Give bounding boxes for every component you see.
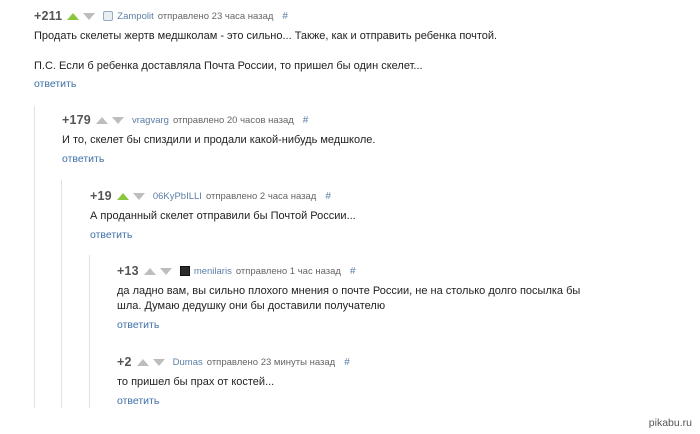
downvote-arrow-icon[interactable]	[132, 192, 145, 200]
downvote-arrow-icon[interactable]	[159, 267, 172, 275]
downvote-arrow-icon[interactable]	[111, 116, 124, 124]
upvote-arrow-icon[interactable]	[136, 358, 149, 366]
upvote-arrow-icon[interactable]	[143, 267, 156, 275]
reply-link[interactable]: ответить	[117, 395, 159, 407]
comment-header: +2 Dumas отправлено 23 минуты назад #	[117, 354, 350, 370]
comment-permalink[interactable]: #	[303, 115, 309, 126]
comment-author[interactable]: Zampolit	[117, 11, 153, 22]
reply-link[interactable]: ответить	[90, 229, 132, 241]
comment-score: +211	[34, 9, 63, 23]
comment-timestamp: отправлено 23 минуты назад	[206, 356, 336, 368]
comment-text-line: то пришел бы прах от костей...	[117, 376, 275, 388]
comment-author[interactable]: Dumas	[173, 357, 203, 368]
site-watermark: pikabu.ru	[648, 417, 692, 429]
comment-header: +19 06KyPbILLI отправлено 2 часа назад #	[90, 188, 331, 204]
comment-timestamp: отправлено 20 часов назад	[172, 114, 294, 126]
comment-header: +211 Zampolit отправлено 23 часа назад #	[34, 8, 288, 24]
thread-line	[34, 106, 35, 408]
comment-permalink[interactable]: #	[282, 11, 288, 22]
user-icon	[103, 11, 114, 21]
comment-text-line: да ладно вам, вы сильно плохого мнения о…	[117, 285, 581, 297]
comment-score: +19	[90, 189, 112, 203]
comment-timestamp: отправлено 2 часа назад	[205, 190, 317, 202]
comment-author[interactable]: 06KyPbILLI	[153, 191, 202, 202]
comment-permalink[interactable]: #	[350, 266, 356, 277]
comment-text-line: А проданный скелет отправили бы Почтой Р…	[90, 210, 356, 222]
reply-link[interactable]: ответить	[62, 153, 104, 165]
reply-link[interactable]: ответить	[34, 78, 76, 90]
upvote-arrow-icon[interactable]	[116, 192, 129, 200]
thread-line	[61, 180, 62, 408]
comment-author[interactable]: menilaris	[194, 266, 232, 277]
reply-link[interactable]: ответить	[117, 319, 159, 331]
avatar-icon	[179, 266, 190, 276]
downvote-arrow-icon[interactable]	[83, 12, 96, 20]
comment-text-line: Продать скелеты жертв медшколам - это си…	[34, 30, 498, 42]
comment-header: +13 menilaris отправлено 1 час назад #	[117, 263, 356, 279]
comment-permalink[interactable]: #	[344, 357, 350, 368]
upvote-arrow-icon[interactable]	[67, 12, 80, 20]
comment-timestamp: отправлено 23 часа назад	[157, 10, 274, 22]
comment-score: +179	[62, 113, 91, 127]
thread-line	[89, 255, 90, 408]
comment-score: +2	[117, 355, 132, 369]
comment-permalink[interactable]: #	[325, 191, 331, 202]
comment-timestamp: отправлено 1 час назад	[235, 265, 341, 277]
comment-text-line: И то, скелет бы спиздили и продали какой…	[62, 134, 376, 146]
comment-score: +13	[117, 264, 139, 278]
comment-text-line: шла. Думаю дедушку они бы доставили полу…	[117, 300, 386, 312]
comment-author[interactable]: vragvarg	[132, 115, 169, 126]
comment-header: +179 vragvarg отправлено 20 часов назад …	[62, 112, 308, 128]
upvote-arrow-icon[interactable]	[95, 116, 108, 124]
downvote-arrow-icon[interactable]	[152, 358, 165, 366]
comment-text-line: П.С. Если б ребенка доставляла Почта Рос…	[34, 60, 423, 72]
